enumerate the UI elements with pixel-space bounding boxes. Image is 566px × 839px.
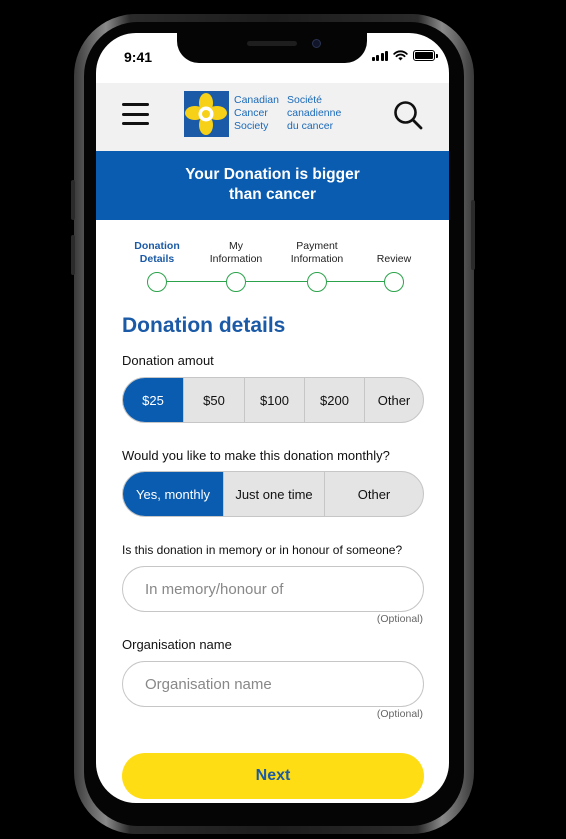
step-connector bbox=[246, 281, 307, 282]
banner-line-2: than cancer bbox=[228, 186, 316, 203]
speaker bbox=[247, 41, 297, 46]
step-connector bbox=[167, 281, 226, 282]
step-circle-payment-information[interactable] bbox=[307, 272, 327, 292]
amount-option-200[interactable]: $200 bbox=[304, 378, 364, 422]
donation-amount-label: Donation amout bbox=[122, 353, 214, 368]
status-time: 9:41 bbox=[124, 49, 153, 65]
amount-option-other[interactable]: Other bbox=[364, 378, 423, 422]
step-label-donation-details: Donation Details bbox=[134, 240, 180, 265]
frequency-option-just-one-time[interactable]: Just one time bbox=[223, 472, 324, 516]
donation-banner: Your Donation is bigger than cancer bbox=[96, 151, 449, 220]
amount-option-50[interactable]: $50 bbox=[183, 378, 244, 422]
memory-optional-hint: (Optional) bbox=[376, 613, 423, 625]
organisation-optional-hint: (Optional) bbox=[376, 708, 423, 720]
phone-volume-button bbox=[71, 235, 75, 275]
amount-option-25[interactable]: $25 bbox=[123, 378, 183, 422]
wifi-icon bbox=[393, 50, 408, 61]
monthly-question-label: Would you like to make this donation mon… bbox=[122, 448, 390, 463]
frequency-option-other[interactable]: Other bbox=[324, 472, 423, 516]
step-circle-review[interactable] bbox=[384, 272, 404, 292]
camera bbox=[312, 39, 321, 48]
donation-amount-selector: $25 $50 $100 $200 Other bbox=[122, 377, 424, 423]
banner-line-1: Your Donation is bigger bbox=[185, 166, 360, 183]
logo-text-fr: Société canadienne du cancer bbox=[287, 94, 342, 132]
phone-screen: 9:41 Canadian Cancer Society Société can… bbox=[96, 33, 449, 803]
notch bbox=[177, 33, 367, 63]
phone-side-button bbox=[471, 200, 475, 270]
organisation-name-label: Organisation name bbox=[122, 637, 232, 652]
daffodil-logo-icon bbox=[184, 91, 229, 137]
next-button[interactable]: Next bbox=[122, 753, 424, 799]
step-label-review: Review bbox=[376, 253, 412, 265]
memory-honour-input[interactable] bbox=[122, 566, 424, 612]
status-icons bbox=[371, 50, 438, 61]
step-circle-my-information[interactable] bbox=[226, 272, 246, 292]
phone-volume-button bbox=[71, 180, 75, 220]
app-header: Canadian Cancer Society Société canadien… bbox=[96, 83, 449, 151]
organisation-name-input[interactable] bbox=[122, 661, 424, 707]
monthly-frequency-selector: Yes, monthly Just one time Other bbox=[122, 471, 424, 517]
frequency-option-yes-monthly[interactable]: Yes, monthly bbox=[123, 472, 223, 516]
search-icon[interactable] bbox=[393, 100, 423, 130]
battery-icon bbox=[413, 50, 438, 61]
step-connector bbox=[327, 281, 384, 282]
step-circle-donation-details[interactable] bbox=[147, 272, 167, 292]
amount-option-100[interactable]: $100 bbox=[244, 378, 304, 422]
memory-question-label: Is this donation in memory or in honour … bbox=[122, 543, 403, 557]
page-title: Donation details bbox=[122, 314, 286, 337]
logo-text-en: Canadian Cancer Society bbox=[234, 94, 279, 132]
progress-stepper: Donation Details My Information Payment … bbox=[96, 238, 449, 298]
step-label-my-information: My Information bbox=[209, 240, 263, 265]
menu-icon[interactable] bbox=[122, 102, 149, 126]
step-label-payment-information: Payment Information bbox=[290, 240, 344, 265]
cellular-signal-icon bbox=[371, 50, 388, 61]
